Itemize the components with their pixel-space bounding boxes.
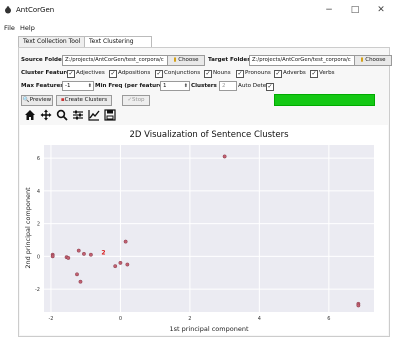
data-point [222, 154, 227, 159]
x-tick-label: -2 [48, 316, 53, 322]
y-tick-label: 4 [37, 189, 40, 195]
data-point [356, 303, 361, 308]
data-point [78, 279, 83, 284]
scatter-chart: 2D Visualization of Sentence Clusters 1s… [24, 130, 374, 333]
data-point [75, 272, 79, 277]
y-tick-label: 0 [37, 254, 40, 260]
y-tick-label: 2 [37, 222, 40, 228]
plot-area [44, 145, 374, 312]
x-tick-label: 2 [188, 316, 191, 322]
x-tick-label: 6 [327, 316, 330, 322]
data-point [125, 262, 130, 267]
data-point [123, 239, 128, 244]
y-tick-label: -2 [35, 287, 40, 293]
data-point [88, 252, 93, 257]
cluster-annotation: 2 [101, 249, 105, 256]
data-point [113, 264, 118, 269]
y-axis-label: 2nd principal component [24, 187, 32, 269]
y-tick-label: 6 [37, 156, 40, 162]
x-tick-label: 4 [258, 316, 261, 322]
chart-title: 2D Visualization of Sentence Clusters [129, 130, 289, 140]
x-tick-label: 0 [119, 316, 122, 322]
data-point [76, 248, 81, 253]
data-point [50, 254, 55, 259]
x-axis-label: 1st principal component [170, 325, 249, 333]
data-point [66, 256, 71, 260]
data-point [118, 260, 123, 265]
data-point [82, 251, 86, 256]
